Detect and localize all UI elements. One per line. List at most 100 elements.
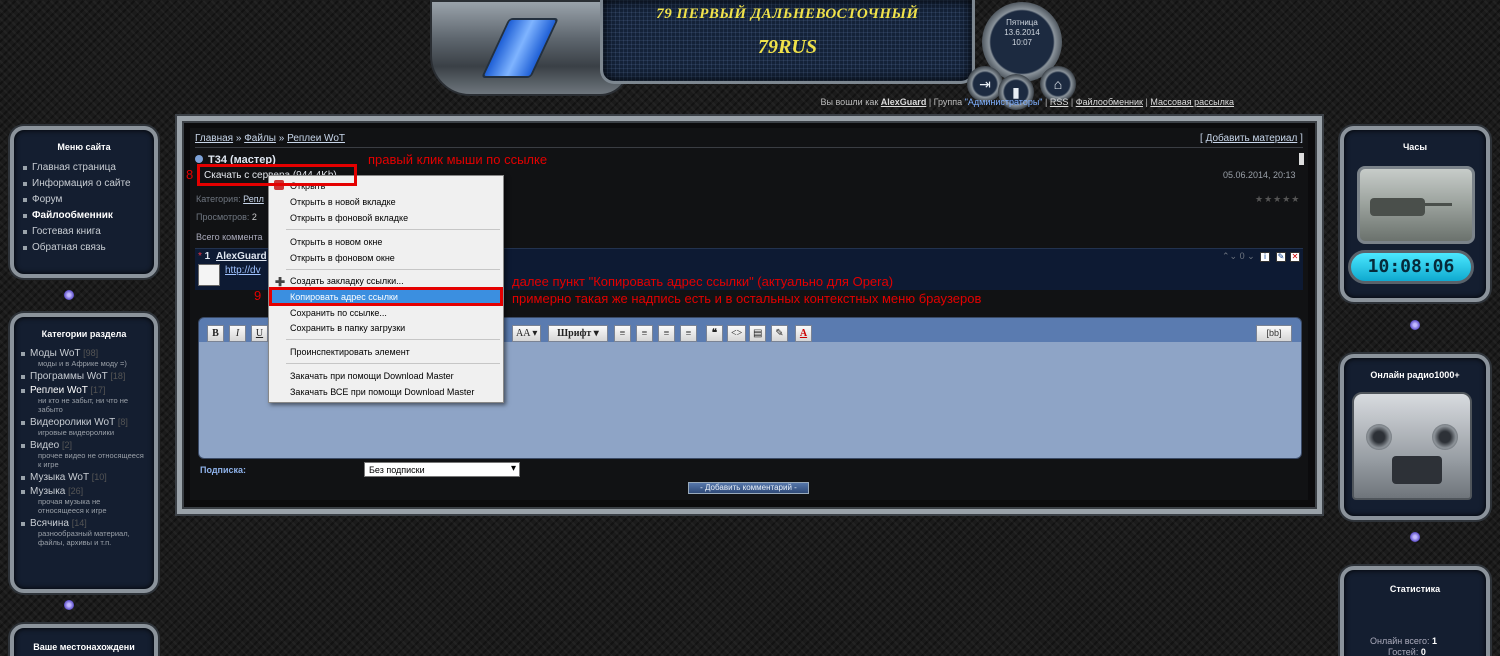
- category-desc: прочая музыка не относящееся к игре: [38, 497, 107, 515]
- category-item[interactable]: Видео [2] прочее видео не относящееся к и…: [20, 439, 148, 471]
- ctx-download-master[interactable]: Закачать при помощи Download Master: [290, 371, 454, 381]
- annotation-step-8: 8: [186, 167, 194, 182]
- comment-author[interactable]: AlexGuard: [216, 251, 267, 262]
- tank-image-gun: [1412, 203, 1452, 206]
- color-button[interactable]: A: [795, 325, 812, 342]
- bold-button[interactable]: B: [207, 325, 224, 342]
- category-count: [10]: [91, 472, 107, 482]
- menu-item-info[interactable]: Информация о сайте: [22, 176, 146, 192]
- category-item[interactable]: Всячина [14] разнообразный материал, файл…: [20, 517, 148, 549]
- comment-number-value: 1: [204, 251, 211, 262]
- mailing-link[interactable]: Массовая рассылка: [1150, 97, 1234, 107]
- image-icon[interactable]: ✎: [771, 325, 788, 342]
- views-value: 2: [251, 212, 257, 222]
- add-comment-button[interactable]: - Добавить комментарий -: [688, 482, 809, 494]
- quote-button[interactable]: ❝: [706, 325, 723, 342]
- category-item[interactable]: Видеоролики WoT [8] игровые видеоролики: [20, 416, 148, 439]
- ctx-bookmark-link[interactable]: Создать закладку ссылки...: [290, 276, 404, 286]
- annotation-note-browsers: примерно такая же надпись есть и в остал…: [512, 291, 982, 306]
- views-label: Просмотров:: [196, 212, 250, 222]
- crumb-files[interactable]: Файлы: [244, 133, 276, 144]
- breadcrumb: Главная » Файлы » Реплеи WoT: [195, 133, 345, 144]
- align-justify-button[interactable]: ≡: [680, 325, 697, 342]
- bolt-icon: [64, 600, 74, 610]
- menu-item-files[interactable]: Файлообменник: [22, 208, 146, 224]
- divider: [195, 147, 1303, 148]
- site-menu-title: Меню сайта: [57, 142, 111, 152]
- rating-stars[interactable]: ★★★★★: [1255, 194, 1300, 205]
- list-icon[interactable]: ▤: [749, 325, 767, 342]
- site-logo[interactable]: 79RUS: [600, 36, 975, 59]
- category-label[interactable]: Программы WoT: [30, 371, 108, 382]
- rss-link[interactable]: RSS: [1050, 97, 1069, 107]
- menu-item-home[interactable]: Главная страница: [22, 160, 146, 176]
- comment-link[interactable]: http://dv: [225, 265, 261, 276]
- site-menu-box: Меню сайта Главная страница Информация о…: [10, 126, 158, 278]
- code-button[interactable]: <>: [727, 325, 747, 342]
- ctx-save-to-downloads[interactable]: Сохранить в папку загрузки: [290, 323, 405, 333]
- category-label[interactable]: Всячина: [30, 518, 69, 529]
- thumbs-down-icon[interactable]: ⌄: [1247, 251, 1255, 261]
- align-center-button[interactable]: ≡: [636, 325, 653, 342]
- annotation-note-right-click: правый клик мыши по ссылке: [368, 152, 548, 167]
- tank-image-body: [1370, 198, 1425, 216]
- bb-toggle-button[interactable]: [bb]: [1256, 325, 1292, 342]
- file-category: Категория: Репл: [196, 194, 264, 204]
- menu-item-forum[interactable]: Форум: [22, 192, 146, 208]
- font-select[interactable]: Шрифт ▾: [548, 325, 608, 342]
- category-count: [14]: [71, 518, 87, 528]
- menu-item-guestbook[interactable]: Гостевая книга: [22, 224, 146, 240]
- files-link[interactable]: Файлообменник: [1076, 97, 1143, 107]
- user-link[interactable]: AlexGuard: [881, 97, 927, 107]
- category-desc: ни кто не забыт, ни что не забыто: [38, 396, 129, 414]
- category-label[interactable]: Музыка WoT: [30, 472, 89, 483]
- radio-speaker: [1392, 456, 1442, 484]
- add-material-link[interactable]: [ Добавить материал ]: [1200, 133, 1303, 144]
- thumbs-icon[interactable]: ⌃⌄: [1222, 251, 1237, 261]
- add-material-label[interactable]: Добавить материал: [1206, 133, 1298, 144]
- category-item[interactable]: Моды WoT [98] моды и в Африке моду =): [20, 347, 148, 370]
- align-left-button[interactable]: ≡: [614, 325, 631, 342]
- file-date: 05.06.2014, 20:13: [1223, 170, 1296, 180]
- menu-item-feedback[interactable]: Обратная связь: [22, 240, 146, 256]
- category-item[interactable]: Музыка WoT [10]: [20, 471, 148, 485]
- delete-icon[interactable]: ✕: [1290, 252, 1300, 262]
- align-right-button[interactable]: ≡: [658, 325, 675, 342]
- subscription-label: Подписка:: [200, 465, 247, 475]
- annotation-step-9: 9: [254, 288, 262, 303]
- bolt-icon: [1410, 320, 1420, 330]
- italic-button[interactable]: I: [229, 325, 246, 342]
- category-label[interactable]: Музыка: [30, 486, 65, 497]
- category-count: [26]: [68, 486, 84, 496]
- total-comments: Всего коммента: [196, 232, 263, 242]
- category-label[interactable]: Видео: [30, 440, 59, 451]
- categories-title: Категории раздела: [41, 329, 127, 339]
- ctx-open-background-tab[interactable]: Открыть в фоновой вкладке: [290, 213, 408, 223]
- ctx-open-new-window[interactable]: Открыть в новом окне: [290, 237, 382, 247]
- ctx-save-link[interactable]: Сохранить по ссылке...: [290, 308, 387, 318]
- ctx-open-background-window[interactable]: Открыть в фоновом окне: [290, 253, 395, 263]
- subscription-select[interactable]: Без подписки: [364, 462, 520, 477]
- ctx-open-new-tab[interactable]: Открыть в новой вкладке: [290, 197, 396, 207]
- category-item[interactable]: Реплеи WoT [17] ни кто не забыт, ни что н…: [20, 384, 148, 416]
- crumb-replays[interactable]: Реплеи WoT: [287, 133, 345, 144]
- stats-title: Статистика: [1389, 584, 1441, 594]
- group-link[interactable]: "Администраторы": [965, 97, 1043, 107]
- online-label: Онлайн всего:: [1370, 636, 1430, 646]
- underline-button[interactable]: U: [251, 325, 268, 342]
- category-meta-link[interactable]: Репл: [243, 194, 264, 204]
- category-item[interactable]: Программы WoT [18]: [20, 370, 148, 384]
- category-label[interactable]: Видеоролики WoT: [30, 417, 115, 428]
- font-size-select[interactable]: AA ▾: [512, 325, 542, 342]
- edit-icon[interactable]: ✎: [1276, 252, 1286, 262]
- category-item[interactable]: Музыка [26] прочая музыка не относящееся …: [20, 485, 148, 517]
- category-label[interactable]: Моды WoT: [30, 348, 80, 359]
- ip-icon[interactable]: i: [1260, 252, 1270, 262]
- scrollbar-thumb[interactable]: [1299, 153, 1304, 165]
- ctx-download-all-master[interactable]: Закачать ВСЕ при помощи Download Master: [290, 387, 474, 397]
- crumb-home[interactable]: Главная: [195, 133, 233, 144]
- location-title: Ваше местонахождени: [33, 642, 135, 652]
- ctx-inspect-element[interactable]: Проинспектировать элемент: [290, 347, 410, 357]
- category-label[interactable]: Реплеи WoT: [30, 385, 88, 396]
- date-value: 13.6.2014: [1004, 28, 1040, 37]
